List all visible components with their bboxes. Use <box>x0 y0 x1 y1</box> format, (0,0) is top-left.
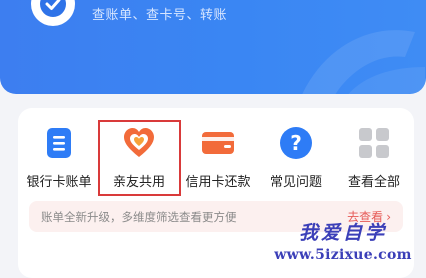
service-label: 信用卡还款 <box>185 175 251 190</box>
bank-emblem-icon <box>302 30 425 94</box>
check-shield-icon <box>40 0 66 17</box>
bank-logo <box>31 0 75 26</box>
banner-subtitle: 查账单、查卡号、转账 <box>92 8 228 23</box>
service-label: 查看全部 <box>347 175 400 190</box>
question-circle-icon: ? <box>280 127 312 159</box>
notice-text: 账单全新升级，多维度筛选查看更方便 <box>41 210 237 224</box>
svg-text:?: ? <box>290 131 302 155</box>
watermark-url: www.5izixue.com <box>274 247 412 263</box>
service-label: 银行卡账单 <box>26 175 92 190</box>
credit-card-icon <box>202 132 234 154</box>
document-list-icon <box>47 128 71 158</box>
highlight-box <box>98 120 181 196</box>
top-banner: 查账单、查卡号、转账 <box>0 0 426 94</box>
site-watermark: 我爱自学 www.5izixue.com <box>268 218 418 263</box>
grid-icon <box>359 128 389 158</box>
service-label: 常见问题 <box>269 175 322 190</box>
watermark-name: 我爱自学 <box>298 222 387 244</box>
